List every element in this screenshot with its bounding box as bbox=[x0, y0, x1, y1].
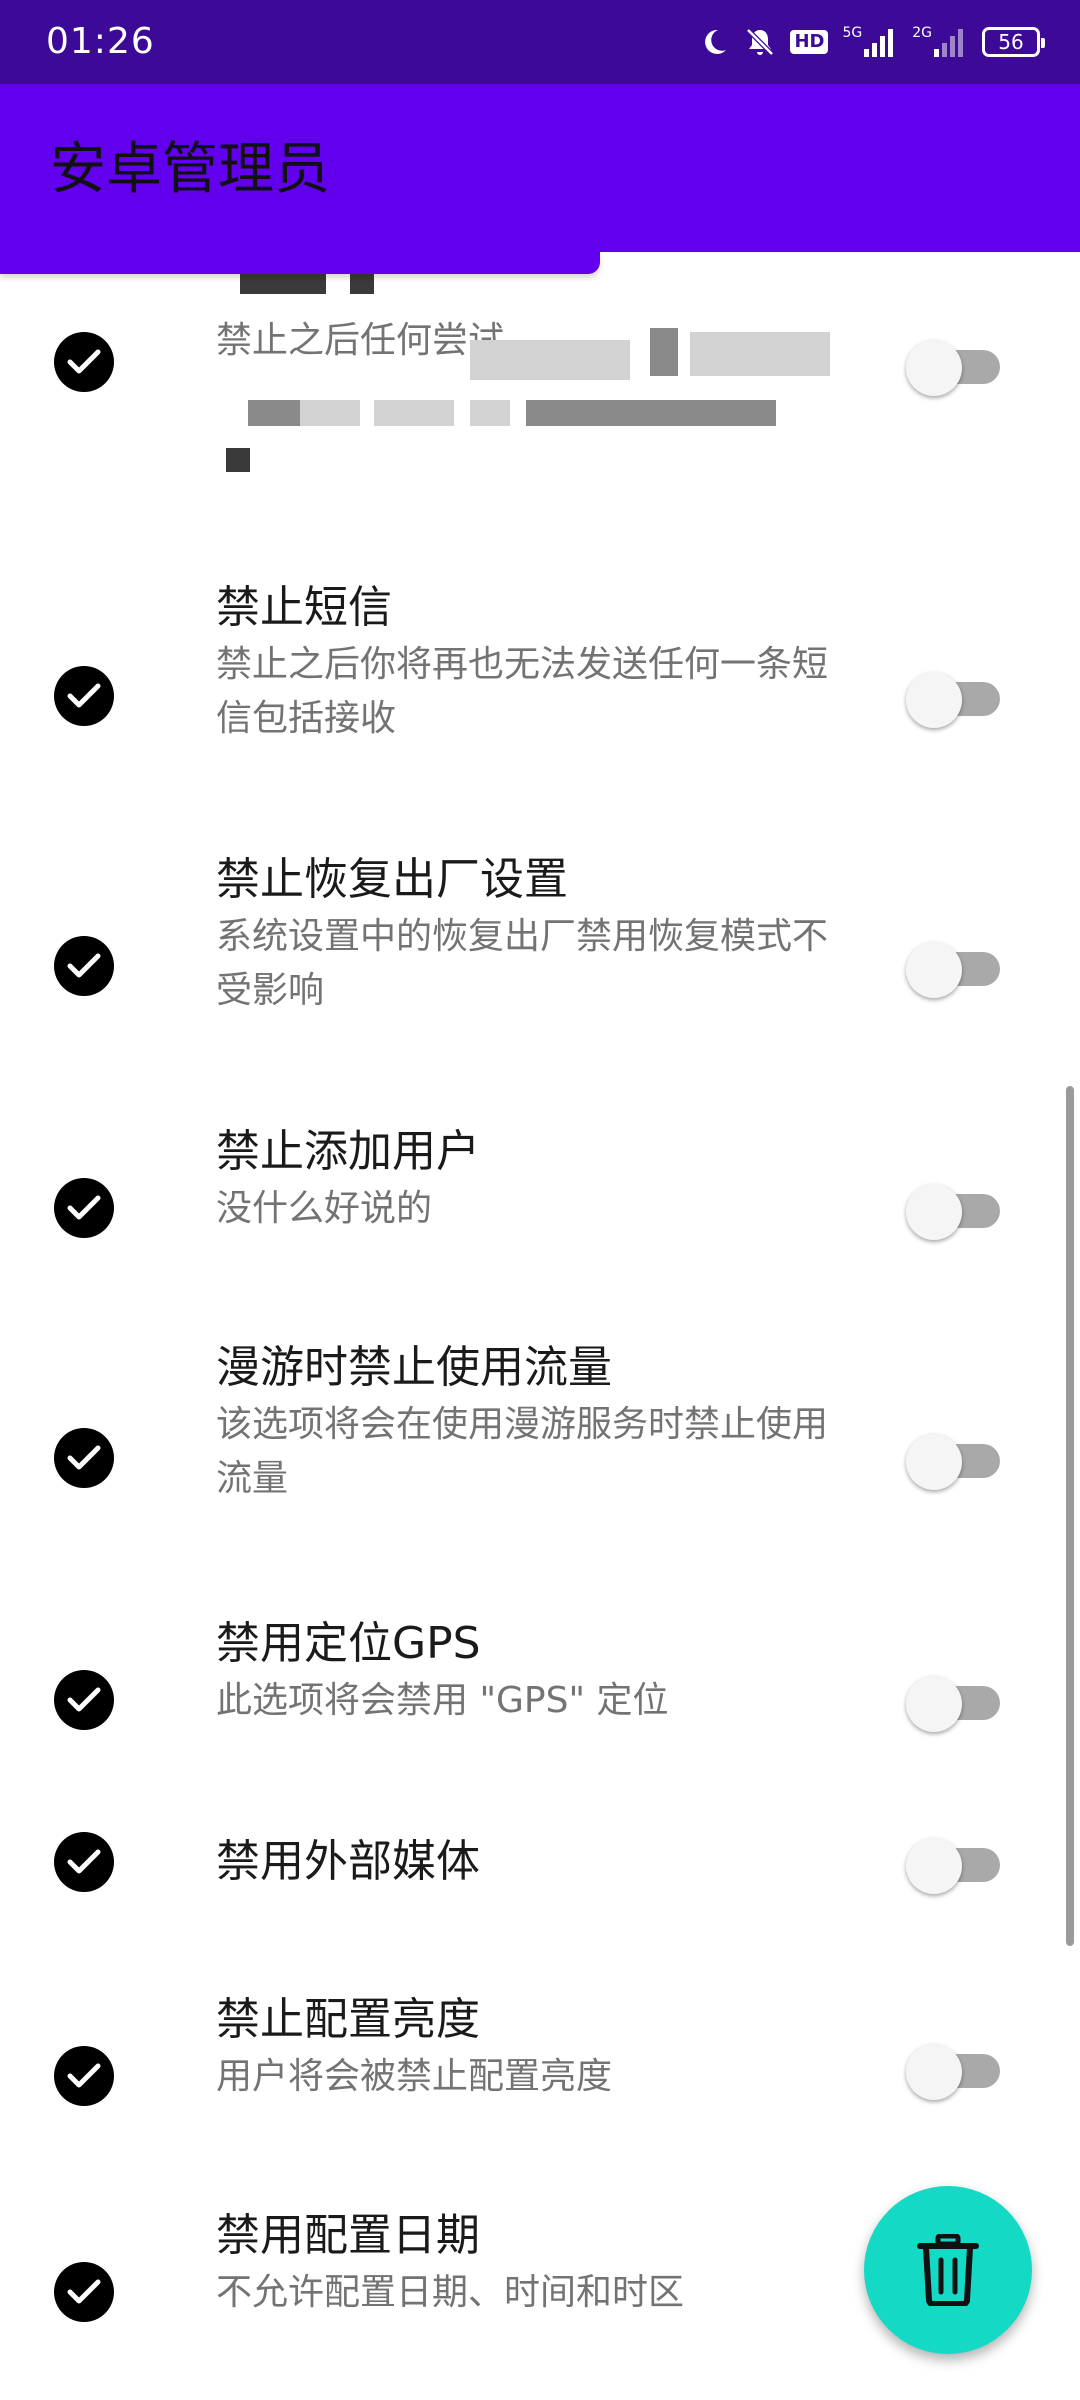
app-title: 安卓管理员 bbox=[50, 137, 330, 202]
list-item-title: 禁止添加用户 bbox=[216, 1126, 480, 1177]
list-item-title: 禁止恢复出厂设置 bbox=[216, 854, 568, 905]
list-item-desc: 用户将会被禁止配置亮度 bbox=[216, 2056, 613, 2097]
obscured-text bbox=[300, 400, 360, 426]
list-item-text: 漫游时禁止使用流量 该选项将会在使用漫游服务时禁止使用流量 bbox=[216, 1340, 836, 1506]
check-icon bbox=[54, 2262, 114, 2322]
moon-icon bbox=[698, 22, 730, 62]
list-item-desc: 此选项将会禁用 "GPS" 定位 bbox=[216, 1680, 669, 1721]
scrollbar[interactable] bbox=[1066, 1086, 1074, 1946]
net2-label: 2G bbox=[912, 25, 932, 41]
toggle-switch[interactable] bbox=[906, 942, 1000, 998]
app-bar-edge bbox=[0, 252, 600, 274]
check-icon bbox=[54, 666, 114, 726]
settings-list[interactable]: 禁止之后任何尝试 禁止短信 禁止之后你将再也无法发送任何一条短信包括接收 禁止恢… bbox=[0, 252, 1080, 2400]
net1-label: 5G bbox=[842, 25, 863, 41]
toggle-switch[interactable] bbox=[906, 1184, 1000, 1240]
list-item[interactable]: 禁用外部媒体 bbox=[0, 1832, 1080, 1932]
battery-level: 56 bbox=[982, 27, 1045, 57]
check-icon bbox=[54, 332, 114, 392]
list-item[interactable]: 禁止配置亮度 用户将会被禁止配置亮度 bbox=[0, 1992, 1080, 2162]
list-item-desc: 禁止之后你将再也无法发送任何一条短信包括接收 bbox=[216, 644, 829, 739]
status-time: 01:26 bbox=[46, 21, 155, 62]
toggle-switch[interactable] bbox=[906, 1838, 1000, 1894]
hd-icon: HD bbox=[790, 22, 829, 62]
toggle-switch[interactable] bbox=[906, 340, 1000, 396]
obscured-text bbox=[690, 332, 830, 376]
check-icon bbox=[54, 1670, 114, 1730]
list-item-text: 禁止短信 禁止之后你将再也无法发送任何一条短信包括接收 bbox=[216, 580, 836, 746]
list-item[interactable]: 禁止恢复出厂设置 系统设置中的恢复出厂禁用恢复模式不受影响 bbox=[0, 852, 1080, 1082]
signal-icon: 2G bbox=[912, 22, 968, 62]
obscured-text bbox=[374, 400, 454, 426]
check-icon bbox=[54, 1832, 114, 1892]
list-item-desc: 系统设置中的恢复出厂禁用恢复模式不受影响 bbox=[216, 916, 829, 1011]
check-icon bbox=[54, 1178, 114, 1238]
obscured-text bbox=[470, 400, 510, 426]
obscured-text bbox=[248, 400, 300, 426]
list-item[interactable]: 漫游时禁止使用流量 该选项将会在使用漫游服务时禁止使用流量 bbox=[0, 1340, 1080, 1570]
list-item-title: 禁用定位GPS bbox=[216, 1618, 481, 1669]
obscured-text bbox=[226, 448, 250, 472]
bell-off-icon bbox=[744, 22, 776, 62]
toggle-switch[interactable] bbox=[906, 672, 1000, 728]
list-item-title: 禁止短信 bbox=[216, 582, 392, 633]
status-bar: 01:26 HD 5G 2G 56 bbox=[0, 0, 1080, 84]
list-item[interactable]: 禁止添加用户 没什么好说的 bbox=[0, 1124, 1080, 1294]
list-item-title: 禁用配置日期 bbox=[216, 2210, 480, 2261]
hd-badge: HD bbox=[790, 30, 829, 54]
list-item-title: 禁用外部媒体 bbox=[216, 1836, 480, 1887]
list-item-desc: 不允许配置日期、时间和时区 bbox=[216, 2272, 685, 2313]
status-icons: HD 5G 2G 56 bbox=[698, 22, 1045, 62]
battery-icon: 56 bbox=[982, 22, 1045, 62]
delete-fab-button[interactable] bbox=[864, 2186, 1032, 2354]
list-item-text: 禁止恢复出厂设置 系统设置中的恢复出厂禁用恢复模式不受影响 bbox=[216, 852, 836, 1018]
obscured-text bbox=[650, 328, 678, 376]
signal-icon: 5G bbox=[842, 22, 898, 62]
list-item-partial[interactable]: 禁止之后任何尝试 bbox=[0, 252, 1080, 542]
list-item-desc: 该选项将会在使用漫游服务时禁止使用流量 bbox=[216, 1404, 829, 1499]
obscured-text bbox=[470, 340, 630, 380]
toggle-switch[interactable] bbox=[906, 2044, 1000, 2100]
list-item-text: 禁用配置日期 不允许配置日期、时间和时区 bbox=[216, 2208, 836, 2320]
list-item-desc: 没什么好说的 bbox=[216, 1188, 433, 1229]
app-bar: 安卓管理员 bbox=[0, 84, 1080, 252]
check-icon bbox=[54, 1428, 114, 1488]
check-icon bbox=[54, 2046, 114, 2106]
toggle-switch[interactable] bbox=[906, 1434, 1000, 1490]
list-item-text: 禁止添加用户 没什么好说的 bbox=[216, 1124, 836, 1236]
list-item-title: 禁止配置亮度 bbox=[216, 1994, 480, 2045]
list-item-text: 禁用定位GPS 此选项将会禁用 "GPS" 定位 bbox=[216, 1616, 836, 1728]
screen: 01:26 HD 5G 2G 56 安卓管理员 禁止之后任何尝试 禁止短信 禁止… bbox=[0, 0, 1080, 2400]
toggle-switch[interactable] bbox=[906, 1676, 1000, 1732]
list-item-text: 禁用外部媒体 bbox=[216, 1834, 836, 1890]
list-item-title: 漫游时禁止使用流量 bbox=[216, 1342, 612, 1393]
check-icon bbox=[54, 936, 114, 996]
list-item[interactable]: 禁用定位GPS 此选项将会禁用 "GPS" 定位 bbox=[0, 1616, 1080, 1786]
trash-icon bbox=[917, 2234, 979, 2306]
list-item-text: 禁止配置亮度 用户将会被禁止配置亮度 bbox=[216, 1992, 836, 2104]
list-item[interactable]: 禁止短信 禁止之后你将再也无法发送任何一条短信包括接收 bbox=[0, 580, 1080, 810]
obscured-text bbox=[526, 400, 776, 426]
